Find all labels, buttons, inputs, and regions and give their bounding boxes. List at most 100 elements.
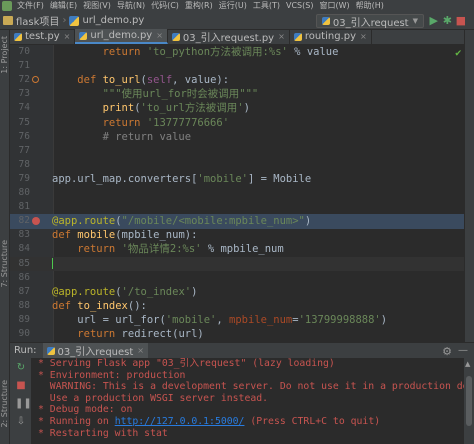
menu-item[interactable]: VCS(S) (283, 0, 316, 12)
tool-window-structure-2[interactable]: 2: Structure (0, 380, 10, 428)
line-number: 82 (18, 215, 30, 227)
app-icon (2, 1, 12, 11)
tab-test-py[interactable]: test.py × (10, 29, 76, 44)
code-line[interactable]: 79 app.url_map.converters['mobile'] = Mob… (10, 172, 464, 187)
code-line[interactable]: 78 (10, 158, 464, 173)
menu-item[interactable]: 代码(C) (148, 0, 182, 12)
line-number: 78 (18, 158, 30, 170)
python-file-icon (293, 32, 302, 41)
menu-item[interactable]: 重构(R) (182, 0, 216, 12)
stop-icon[interactable]: ■ (15, 380, 27, 392)
scroll-up-icon[interactable]: ▲ (465, 360, 470, 368)
line-number: 76 (18, 130, 30, 142)
run-console[interactable]: * Serving Flask app "03_引入request" (lazy… (32, 358, 464, 444)
code-line[interactable]: 80 (10, 186, 464, 201)
code-line[interactable]: 72 def to_url(self, value): (10, 73, 464, 88)
menu-item[interactable]: 视图(V) (80, 0, 114, 12)
menu-item[interactable]: 窗口(W) (316, 0, 352, 12)
run-tab[interactable]: 03_引入request × (42, 342, 148, 359)
console-line: * Environment: production (38, 369, 186, 381)
code-line[interactable]: 89 url = url_for('mobile', mpbile_num='1… (10, 313, 464, 328)
code-line[interactable]: 87 @app.route('/to_index') (10, 285, 464, 300)
close-icon[interactable]: × (137, 346, 144, 355)
code-line[interactable]: 85 (10, 256, 464, 272)
override-icon[interactable] (32, 76, 39, 84)
code-line[interactable]: 74 print('to_url方法被调用') (10, 101, 464, 116)
code-text: return '物品详情2:%s' % mpbile_num (77, 243, 284, 256)
code-text (52, 257, 53, 272)
code-line[interactable]: 70 return 'to_python方法被调用:%s' % value (10, 45, 464, 60)
console-line: WARNING: This is a development server. D… (38, 381, 464, 393)
menu-item[interactable]: 编辑(E) (47, 0, 80, 12)
rerun-icon[interactable]: ↻ (15, 362, 27, 374)
tool-window-structure[interactable]: 7: Structure (0, 240, 10, 288)
menu-item[interactable]: 文件(F) (14, 0, 47, 12)
run-configuration-select[interactable]: 03_引入request ▼ (315, 14, 424, 29)
code-line[interactable]: 83 def mobile(mpbile_num): (10, 228, 464, 243)
code-line[interactable]: 73 """使用url_for时会被调用""" (10, 87, 464, 102)
tab-label: routing.py (304, 31, 356, 42)
menu-item[interactable]: 运行(U) (216, 0, 250, 12)
menu-items: 文件(F) 编辑(E) 视图(V) 导航(N) 代码(C) 重构(R) 运行(U) 工具(T)… (14, 0, 387, 12)
menu-item[interactable]: 工具(T) (250, 0, 283, 12)
code-line[interactable]: 75 return '13777776666' (10, 116, 464, 131)
code-text: return 'to_python方法被调用:%s' % value (102, 46, 339, 58)
pause-icon[interactable]: ❚❚ (15, 398, 32, 410)
run-tab-label: 03_引入request (57, 347, 134, 358)
breakpoint-icon[interactable] (32, 217, 40, 226)
tab-routing-py[interactable]: routing.py × (290, 29, 372, 44)
code-line[interactable]: 88 def to_index(): (10, 299, 464, 314)
line-number: 86 (18, 271, 30, 283)
code-line[interactable]: 86 (10, 271, 464, 286)
line-number: 88 (18, 299, 30, 311)
menu-bar: 文件(F) 编辑(E) 视图(V) 导航(N) 代码(C) 重构(R) 运行(U) 工具(T)… (0, 0, 474, 12)
server-url-link[interactable]: http://127.0.0.1:5000/ (115, 416, 245, 427)
console-scrollbar[interactable]: ▲ (464, 358, 474, 444)
breadcrumb-file[interactable]: url_demo.py (82, 15, 144, 26)
code-line[interactable]: 77 (10, 144, 464, 159)
tab-label: test.py (25, 31, 60, 42)
code-line[interactable]: 90 return redirect(url) (10, 327, 464, 342)
python-file-icon (14, 32, 22, 41)
code-text: return redirect(url) (77, 328, 204, 340)
debug-icon[interactable]: ✱ (443, 15, 452, 27)
breadcrumb-project[interactable]: flask项目 (16, 13, 59, 28)
menu-item[interactable]: 导航(N) (114, 0, 148, 12)
code-editor[interactable]: 70 return 'to_python方法被调用:%s' % value 71 7… (10, 45, 464, 342)
close-icon[interactable]: × (64, 32, 71, 41)
console-line: * Running on http://127.0.0.1:5000/ (Pre… (38, 415, 381, 427)
close-icon[interactable]: × (360, 32, 367, 41)
line-number: 90 (18, 328, 30, 339)
tab-url-demo-py[interactable]: url_demo.py × (75, 29, 168, 44)
code-line[interactable]: 81 (10, 200, 464, 215)
line-number: 72 (18, 74, 30, 86)
code-line[interactable]: 82 @app.route("/mobile/<mobile:mpbile_num… (10, 214, 464, 229)
code-line[interactable]: 71 (10, 59, 464, 74)
close-icon[interactable]: × (156, 31, 163, 40)
console-line: * Debug mode: on (38, 404, 133, 416)
tool-window-project[interactable]: 1: Project (0, 36, 10, 74)
run-toolbar: ↻ ■ ❚❚ ⇩ (10, 358, 32, 444)
console-lines: * Serving Flask app "03_引入request" (lazy… (32, 358, 464, 439)
minimize-icon[interactable]: — (458, 345, 468, 356)
line-number: 85 (18, 257, 30, 269)
close-icon[interactable]: × (278, 32, 285, 41)
gear-icon[interactable]: ⚙ (442, 345, 452, 358)
stop-icon[interactable]: ■ (456, 15, 466, 27)
python-file-icon (171, 32, 180, 41)
run-icon[interactable]: ▶ (430, 15, 438, 27)
code-line[interactable]: 76 # return value (10, 130, 464, 145)
scrollbar-thumb[interactable] (466, 376, 472, 426)
code-text: @app.route('/to_index') (52, 285, 198, 298)
code-text: @app.route("/mobile/<mobile:mpbile_num>"… (52, 215, 312, 228)
code-text: """使用url_for时会被调用""" (102, 88, 259, 101)
menu-item[interactable]: 帮助(H) (353, 0, 387, 12)
code-line[interactable]: 84 return '物品详情2:%s' % mpbile_num (10, 242, 464, 257)
code-text: app.url_map.converters['mobile'] = Mobil… (52, 172, 312, 185)
console-line: * Serving Flask app "03_引入request" (lazy… (38, 358, 335, 369)
scroll-to-end-icon[interactable]: ⇩ (15, 416, 27, 428)
tab-03-request-py[interactable]: 03_引入request.py × (168, 29, 290, 44)
line-number: 79 (18, 172, 30, 184)
line-number: 77 (18, 144, 30, 156)
python-file-icon (69, 15, 80, 26)
